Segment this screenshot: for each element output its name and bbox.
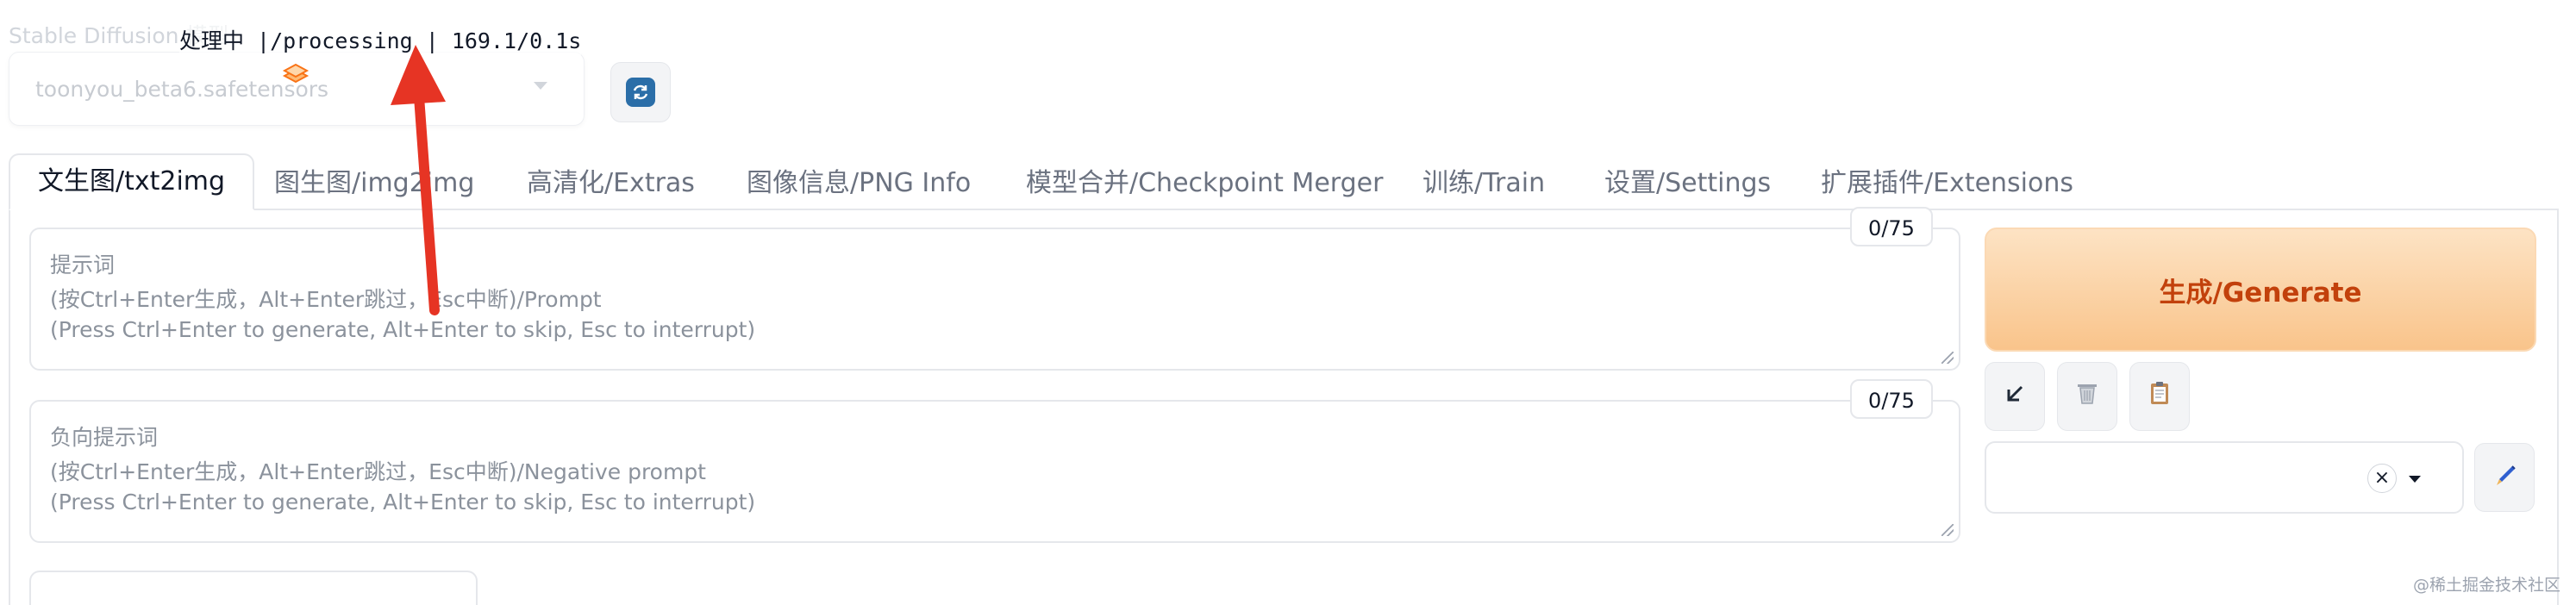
next-section-box	[29, 571, 478, 605]
prompt-token-counter: 0/75	[1850, 207, 1933, 246]
styles-dropdown[interactable]: ×	[1985, 441, 2464, 514]
prompt-placeholder-line-3: (Press Ctrl+Enter to generate, Alt+Enter…	[50, 317, 756, 342]
processing-status: 处理中 |/processing | 169.1/0.1s	[179, 24, 582, 55]
tab-img2img[interactable]: 图生图/img2img	[274, 157, 474, 210]
chevron-down-icon[interactable]	[2409, 476, 2421, 483]
apply-style-button[interactable]	[2129, 362, 2190, 431]
read-generation-params-button[interactable]	[1985, 362, 2045, 431]
clipboard-icon	[2148, 380, 2171, 413]
clear-prompt-button[interactable]	[2057, 362, 2117, 431]
resize-handle[interactable]	[1941, 352, 1954, 364]
refresh-icon	[626, 78, 655, 107]
clear-styles-icon[interactable]: ×	[2367, 464, 2397, 493]
refresh-checkpoint-button[interactable]	[610, 62, 671, 122]
resize-handle[interactable]	[1941, 524, 1954, 536]
negative-placeholder-line-1: 负向提示词	[50, 425, 159, 450]
trash-icon	[2075, 380, 2099, 413]
tab-train[interactable]: 训练/Train	[1422, 157, 1545, 210]
negative-prompt-token-counter: 0/75	[1850, 379, 1933, 419]
arrow-down-left-icon	[2004, 382, 2026, 412]
tab-settings[interactable]: 设置/Settings	[1604, 157, 1771, 210]
prompt-placeholder-line-1: 提示词	[50, 253, 116, 278]
stack-icon	[281, 60, 310, 92]
tab-txt2img[interactable]: 文生图/txt2img	[9, 153, 255, 210]
pencil-icon	[2492, 463, 2517, 492]
tab-checkpoint-merger[interactable]: 模型合并/Checkpoint Merger	[1026, 157, 1383, 210]
prompt-placeholder-line-2: (按Ctrl+Enter生成，Alt+Enter跳过，Esc中断)/Prompt	[50, 287, 602, 312]
chevron-down-icon	[534, 82, 547, 90]
tab-extensions[interactable]: 扩展插件/Extensions	[1821, 157, 2073, 210]
negative-prompt-textarea[interactable]: 负向提示词 (按Ctrl+Enter生成，Alt+Enter跳过，Esc中断)/…	[29, 400, 1960, 543]
tab-extras[interactable]: 高清化/Extras	[527, 157, 695, 210]
prompt-textarea[interactable]: 提示词 (按Ctrl+Enter生成，Alt+Enter跳过，Esc中断)/Pr…	[29, 228, 1960, 371]
edit-styles-button[interactable]	[2474, 443, 2535, 512]
negative-placeholder-line-2: (按Ctrl+Enter生成，Alt+Enter跳过，Esc中断)/Negati…	[50, 459, 706, 484]
watermark: @稀土掘金技术社区	[2412, 576, 2560, 595]
generate-button[interactable]: 生成/Generate	[1985, 228, 2536, 352]
negative-placeholder-line-3: (Press Ctrl+Enter to generate, Alt+Enter…	[50, 490, 756, 515]
tab-png-info[interactable]: 图像信息/PNG Info	[747, 157, 971, 210]
